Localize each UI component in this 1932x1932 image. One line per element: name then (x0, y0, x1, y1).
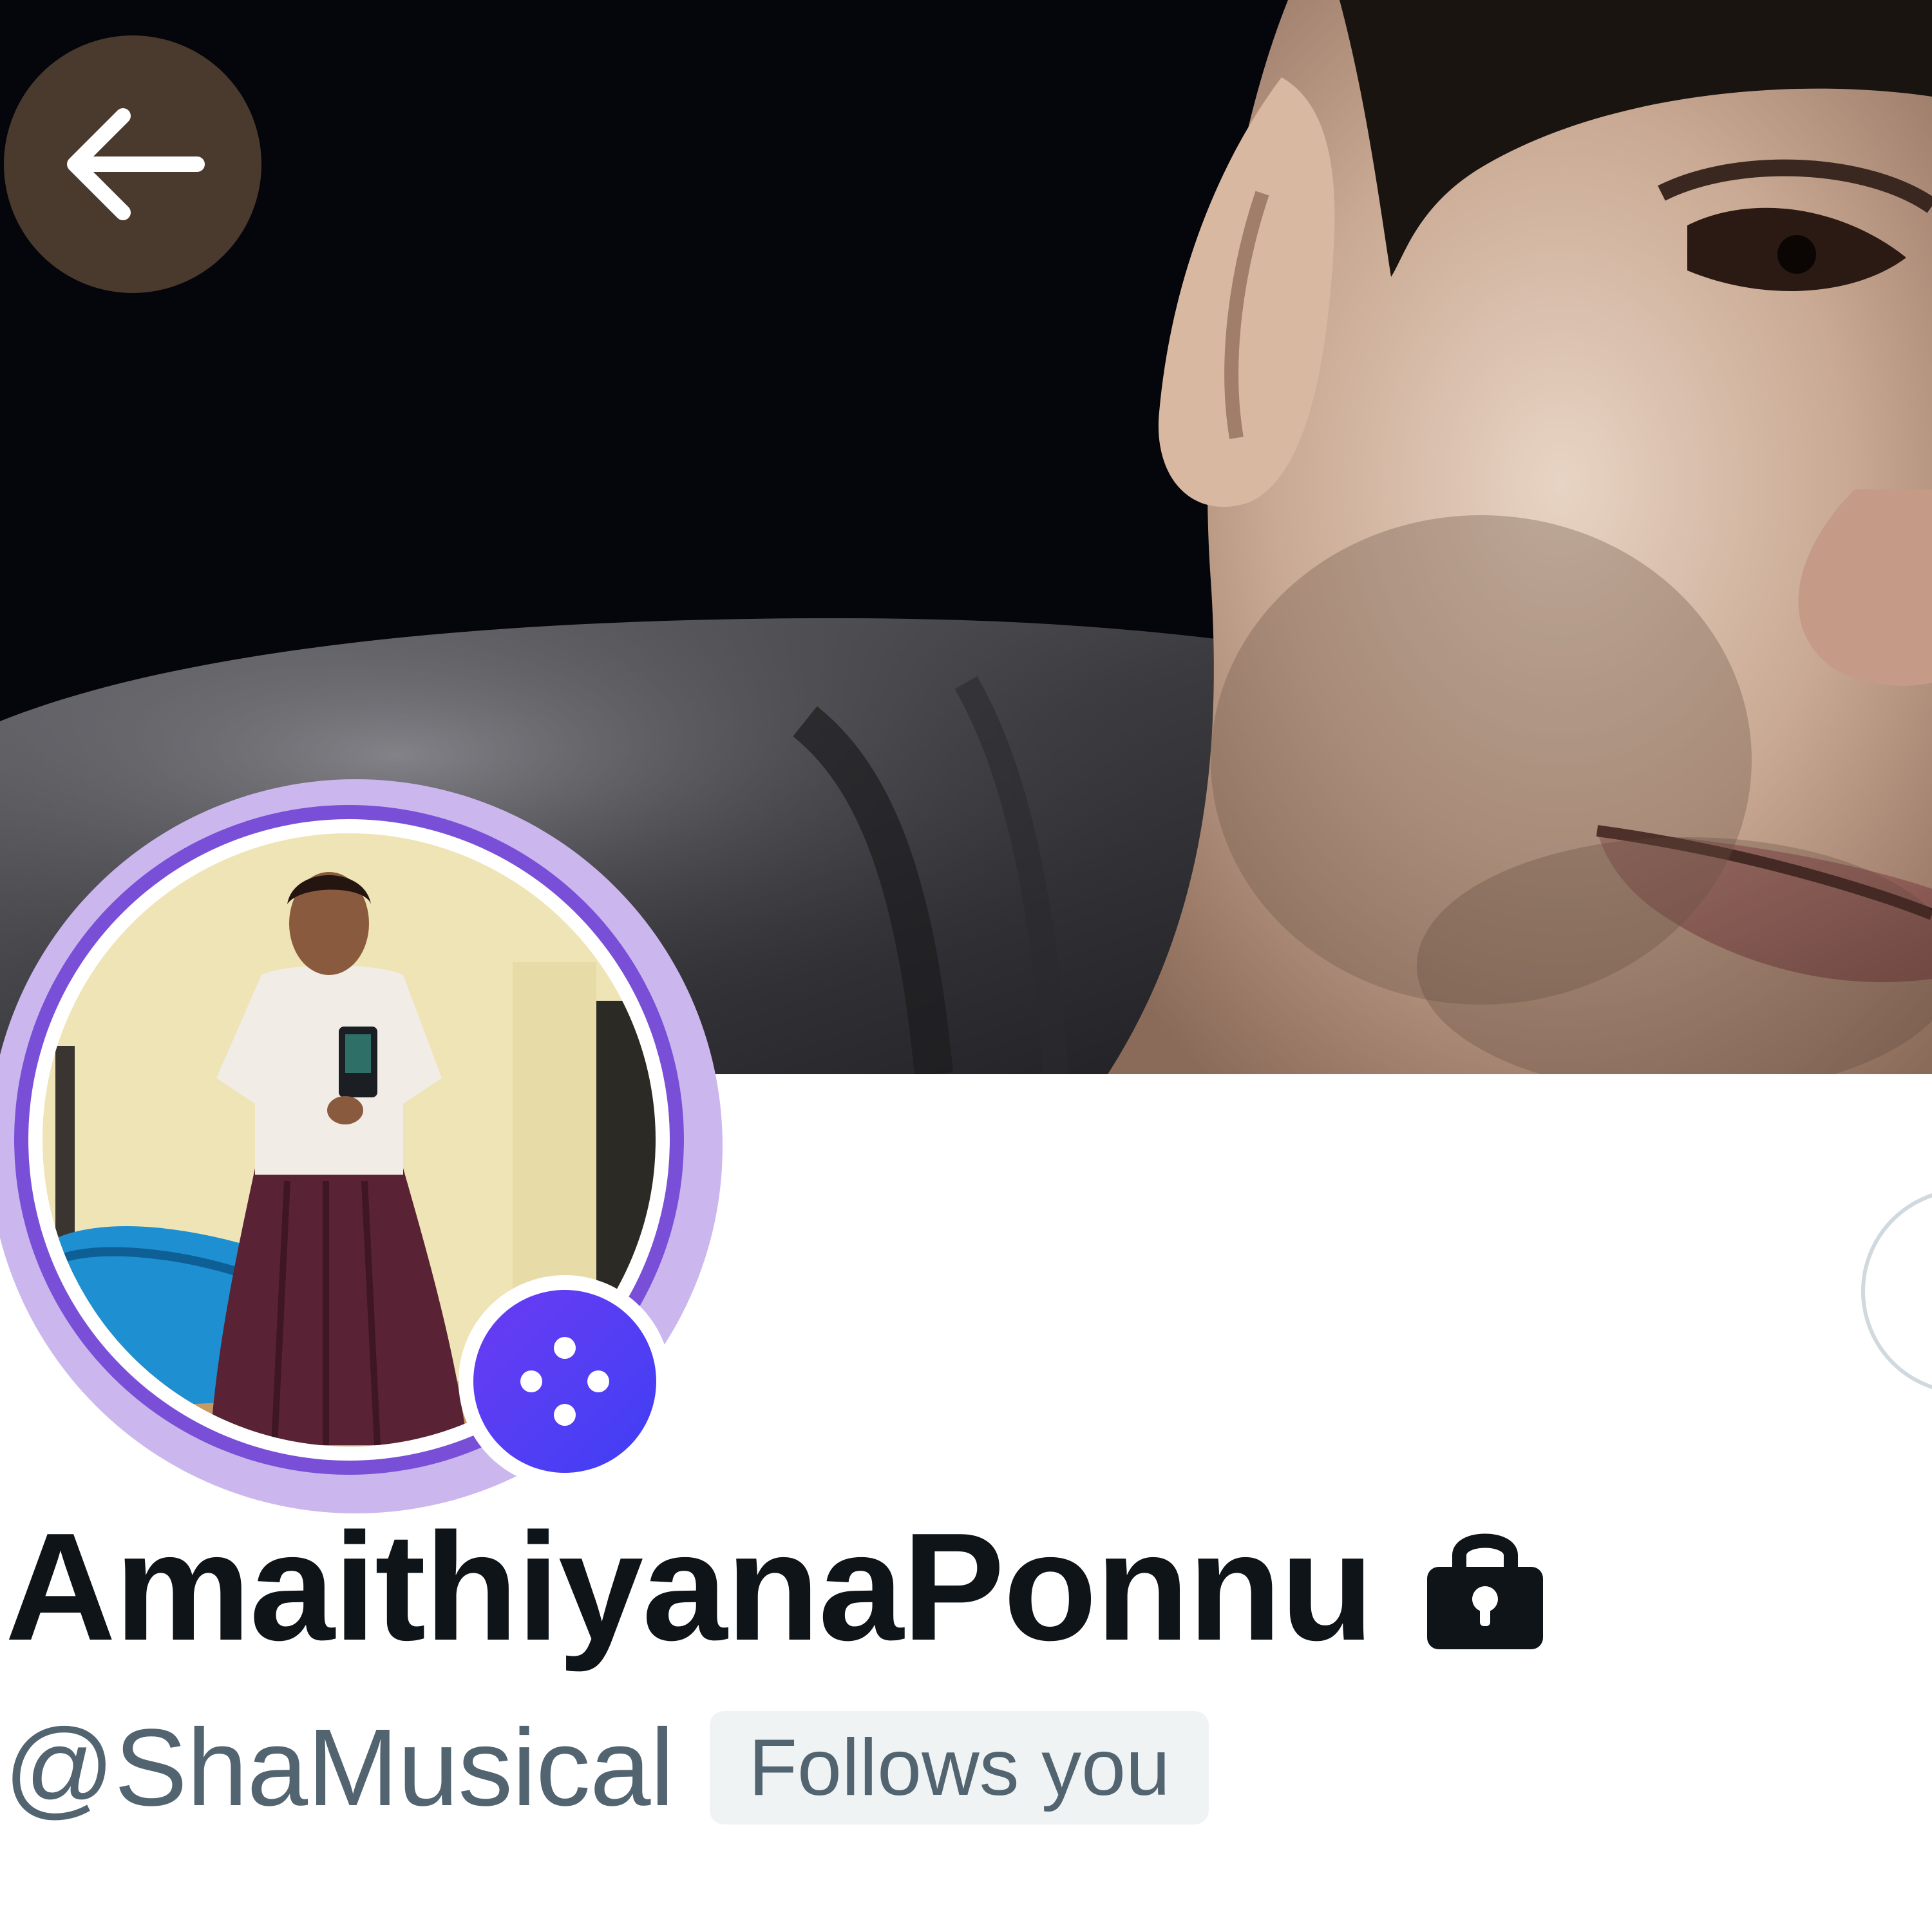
handle-row: @ShaMusical Follows you (4, 1707, 1209, 1829)
community-dots-icon (520, 1337, 609, 1426)
profile-action-button[interactable] (1861, 1188, 1932, 1394)
community-badge-fill (473, 1290, 656, 1473)
arrow-left-icon (67, 108, 205, 220)
profile-page: AmaithiyanaPonnu @ShaMusical Follows you (0, 0, 1932, 1932)
follows-you-badge: Follows you (710, 1711, 1209, 1824)
username-handle: @ShaMusical (4, 1707, 674, 1829)
community-badge[interactable] (459, 1275, 671, 1488)
display-name-row: AmaithiyanaPonnu (5, 1510, 1546, 1665)
profile-avatar[interactable] (0, 779, 723, 1513)
lock-icon (1424, 1523, 1546, 1652)
back-button[interactable] (4, 35, 261, 293)
follows-you-label: Follows you (748, 1723, 1170, 1812)
display-name: AmaithiyanaPonnu (5, 1502, 1374, 1672)
